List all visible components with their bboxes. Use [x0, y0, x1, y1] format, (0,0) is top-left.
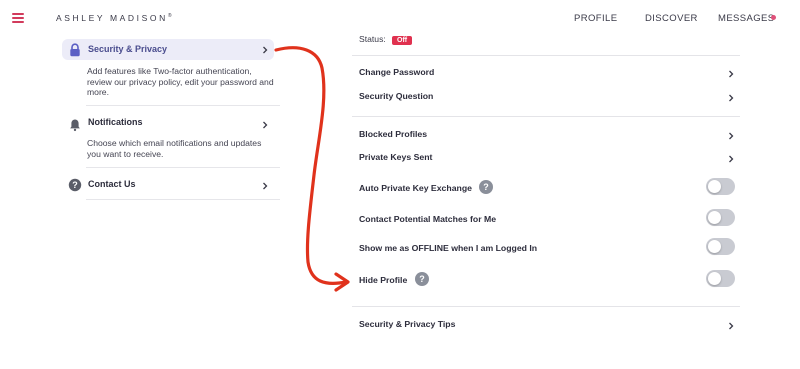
nav-profile[interactable]: PROFILE	[574, 13, 617, 24]
chevron-right-icon	[729, 155, 734, 163]
security-privacy-tips-row[interactable]: Security & Privacy Tips	[352, 315, 740, 335]
svg-text:?: ?	[72, 180, 78, 190]
sidebar-item-label: Notifications	[88, 117, 143, 127]
brand-logo[interactable]: ASHLEY MADISON®	[56, 13, 172, 23]
sidebar-item-label: Contact Us	[88, 179, 136, 189]
setting-label: Contact Potential Matches for Me	[359, 214, 497, 224]
sidebar-item-security-privacy[interactable]: Security & Privacy Add features like Two…	[62, 39, 280, 101]
status-badge: Off	[392, 36, 413, 45]
settings-divider	[352, 306, 740, 307]
sidebar-item-contact-us[interactable]: ? Contact Us	[62, 175, 280, 197]
auto-private-key-exchange-row: Auto Private Key Exchange ?	[352, 178, 740, 199]
setting-label: Change Password	[359, 67, 435, 77]
nav-messages[interactable]: MESSAGES	[718, 13, 775, 24]
chevron-right-icon	[729, 70, 734, 78]
change-password-row[interactable]: Change Password	[352, 63, 740, 83]
bell-icon	[70, 119, 80, 132]
lock-icon	[70, 43, 80, 57]
setting-label: Security Question	[359, 91, 434, 101]
sidebar-item-description: Choose which email notifications and upd…	[87, 138, 262, 159]
show-offline-toggle[interactable]	[706, 238, 735, 255]
brand-name: ASHLEY MADISON	[56, 13, 168, 23]
nav-discover[interactable]: DISCOVER	[645, 13, 698, 24]
settings-divider	[352, 116, 740, 117]
security-question-row[interactable]: Security Question	[352, 87, 740, 107]
contact-potential-matches-toggle[interactable]	[706, 209, 735, 226]
sidebar-item-notifications[interactable]: Notifications Choose which email notific…	[62, 113, 280, 165]
setting-label: Private Keys Sent	[359, 152, 433, 162]
settings-divider	[352, 55, 740, 56]
hamburger-menu-icon[interactable]	[12, 13, 24, 23]
chevron-right-icon	[263, 46, 268, 54]
blocked-profiles-row[interactable]: Blocked Profiles	[352, 125, 740, 145]
setting-label: Blocked Profiles	[359, 129, 428, 139]
toggle-knob	[708, 180, 721, 193]
hide-profile-row: Hide Profile ?	[352, 270, 740, 291]
setting-label: Show me as OFFLINE when I am Logged In	[359, 243, 538, 253]
chevron-right-icon	[729, 94, 734, 102]
hide-profile-toggle[interactable]	[706, 270, 735, 287]
toggle-knob	[708, 211, 721, 224]
chevron-right-icon	[729, 322, 734, 330]
sidebar-item-label: Security & Privacy	[88, 44, 168, 54]
brand-mark: ®	[167, 13, 172, 20]
help-circle-icon: ?	[68, 178, 82, 192]
sidebar-divider	[86, 105, 280, 106]
contact-potential-matches-row: Contact Potential Matches for Me	[352, 209, 740, 230]
chevron-right-icon	[263, 121, 268, 129]
sidebar-divider	[86, 167, 280, 168]
chevron-right-icon	[263, 182, 268, 190]
toggle-knob	[708, 240, 721, 253]
setting-label: Auto Private Key Exchange	[359, 183, 472, 193]
auto-private-key-exchange-toggle[interactable]	[706, 178, 735, 195]
setting-label: Hide Profile	[359, 275, 408, 285]
status-label: Status:	[359, 34, 386, 44]
chevron-right-icon	[729, 132, 734, 140]
show-offline-row: Show me as OFFLINE when I am Logged In	[352, 238, 740, 259]
help-icon[interactable]: ?	[415, 272, 429, 286]
sidebar-item-description: Add features like Two-factor authenticat…	[87, 66, 274, 98]
private-keys-sent-row[interactable]: Private Keys Sent	[352, 148, 740, 168]
toggle-knob	[708, 272, 721, 285]
messages-unread-dot	[771, 15, 776, 20]
sidebar-divider	[86, 199, 280, 200]
help-icon[interactable]: ?	[479, 180, 493, 194]
setting-label: Security & Privacy Tips	[359, 319, 456, 329]
